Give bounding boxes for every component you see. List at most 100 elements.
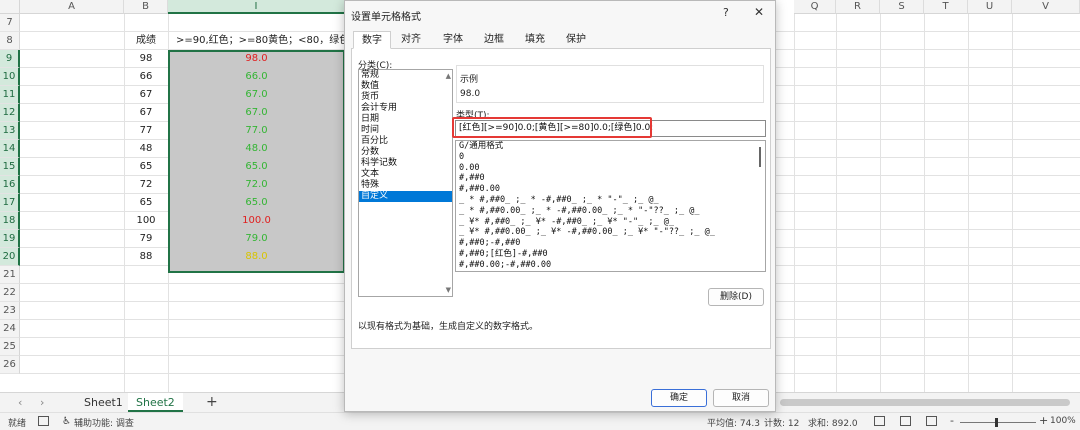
horizontal-scrollbar[interactable] [780, 399, 1070, 406]
tab-protection[interactable]: 保护 [558, 31, 594, 49]
page-break-view-icon[interactable] [926, 416, 937, 426]
format-code-list[interactable]: G/通用格式 0 0.00 #,##0 #,##0.00 _ * #,##0_ ;_ * … [455, 140, 766, 272]
category-item[interactable]: 文本 [359, 169, 452, 180]
score-cell[interactable]: 88 [124, 248, 168, 266]
row-header[interactable]: 16 [0, 176, 20, 194]
score-cell[interactable]: 77 [124, 122, 168, 140]
category-item[interactable]: 时间 [359, 125, 452, 136]
formatted-score-cell[interactable]: 67.0 [168, 86, 345, 104]
help-button[interactable]: ? [723, 6, 729, 19]
tab-border[interactable]: 边框 [476, 31, 512, 49]
page-icon[interactable] [38, 416, 49, 426]
column-header-s[interactable]: S [880, 0, 924, 14]
column-header-i[interactable]: I [168, 0, 345, 14]
sheet-tab-sheet2[interactable]: Sheet2 [128, 393, 183, 412]
zoom-slider-thumb[interactable] [995, 418, 998, 427]
close-icon[interactable]: ✕ [754, 5, 764, 19]
category-item[interactable]: 特殊 [359, 180, 452, 191]
format-code-item[interactable]: _ * #,##0_ ;_ * -#,##0_ ;_ * "-"_ ;_ @_ [456, 195, 765, 206]
select-all-corner[interactable] [0, 0, 20, 14]
formatted-score-cell[interactable]: 48.0 [168, 140, 345, 158]
formatted-score-cell[interactable]: 77.0 [168, 122, 345, 140]
formatted-score-cell[interactable]: 79.0 [168, 230, 345, 248]
column-header-q[interactable]: Q [794, 0, 836, 14]
format-code-item[interactable]: 0.00 [456, 163, 765, 174]
ok-button[interactable]: 确定 [651, 389, 707, 407]
score-cell[interactable]: 66 [124, 68, 168, 86]
score-cell[interactable]: 79 [124, 230, 168, 248]
category-item[interactable]: 日期 [359, 114, 452, 125]
format-list-scrollbar[interactable] [759, 147, 761, 167]
formatted-score-cell[interactable]: 88.0 [168, 248, 345, 266]
row-header[interactable]: 25 [0, 338, 20, 356]
score-cell[interactable]: 67 [124, 104, 168, 122]
row-header[interactable]: 19 [0, 230, 20, 248]
row-header[interactable]: 18 [0, 212, 20, 230]
delete-button[interactable]: 删除(D) [708, 288, 764, 306]
row-header[interactable]: 14 [0, 140, 20, 158]
row-header[interactable]: 20 [0, 248, 20, 266]
normal-view-icon[interactable] [874, 416, 885, 426]
zoom-out-button[interactable]: - [950, 414, 954, 427]
cell-i8-header[interactable]: >=90,红色；>=80黄色；<80，绿色 [170, 32, 344, 50]
format-code-item[interactable]: #,##0 [456, 173, 765, 184]
row-header[interactable]: 10 [0, 68, 20, 86]
score-cell[interactable]: 98 [124, 50, 168, 68]
score-cell[interactable]: 72 [124, 176, 168, 194]
accessibility-status[interactable]: 辅助功能: 调查 [74, 416, 134, 429]
format-code-item[interactable]: _ ¥* #,##0.00_ ;_ ¥* -#,##0.00_ ;_ ¥* "-… [456, 227, 765, 238]
column-header-v[interactable]: V [1012, 0, 1080, 14]
formatted-score-cell[interactable]: 72.0 [168, 176, 345, 194]
score-cell[interactable]: 100 [124, 212, 168, 230]
zoom-slider-track[interactable] [960, 422, 1036, 423]
zoom-in-button[interactable]: + [1039, 414, 1048, 427]
row-header[interactable]: 13 [0, 122, 20, 140]
row-header[interactable]: 17 [0, 194, 20, 212]
column-header-a[interactable]: A [20, 0, 124, 14]
formatted-score-cell[interactable]: 100.0 [168, 212, 345, 230]
format-code-item[interactable]: _ * #,##0.00_ ;_ * -#,##0.00_ ;_ * "-"??… [456, 206, 765, 217]
score-cell[interactable]: 48 [124, 140, 168, 158]
row-header[interactable]: 8 [0, 32, 20, 50]
column-header-u[interactable]: U [968, 0, 1012, 14]
row-header[interactable]: 21 [0, 266, 20, 284]
category-item[interactable]: 百分比 [359, 136, 452, 147]
row-header[interactable]: 26 [0, 356, 20, 374]
chevron-right-icon[interactable]: › [40, 396, 44, 409]
score-cell[interactable]: 67 [124, 86, 168, 104]
column-header-r[interactable]: R [836, 0, 880, 14]
category-list[interactable]: 常规 数值 货币 会计专用 日期 时间 百分比 分数 科学记数 文本 特殊 自定义 ▲ ▼ [358, 69, 453, 297]
format-code-item[interactable]: G/通用格式 [456, 141, 765, 152]
format-code-item[interactable]: 0 [456, 152, 765, 163]
tab-number[interactable]: 数字 [353, 31, 391, 49]
category-item[interactable]: 货币 [359, 92, 452, 103]
category-item[interactable]: 分数 [359, 147, 452, 158]
sheet-tab-sheet1[interactable]: Sheet1 [76, 393, 131, 412]
row-header[interactable]: 24 [0, 320, 20, 338]
tab-alignment[interactable]: 对齐 [393, 31, 429, 49]
scroll-down-icon[interactable]: ▼ [446, 286, 451, 294]
format-code-item[interactable]: #,##0;-#,##0 [456, 238, 765, 249]
score-cell[interactable]: 65 [124, 158, 168, 176]
score-cell[interactable]: 65 [124, 194, 168, 212]
formatted-score-cell[interactable]: 66.0 [168, 68, 345, 86]
formatted-score-cell[interactable]: 67.0 [168, 104, 345, 122]
column-header-b[interactable]: B [124, 0, 168, 14]
format-code-item[interactable]: #,##0.00 [456, 184, 765, 195]
category-item[interactable]: 常规 [359, 70, 452, 81]
tab-font[interactable]: 字体 [435, 31, 471, 49]
row-header[interactable]: 22 [0, 284, 20, 302]
page-layout-view-icon[interactable] [900, 416, 911, 426]
cancel-button[interactable]: 取消 [713, 389, 769, 407]
add-sheet-button[interactable]: + [206, 394, 218, 410]
formatted-score-cell[interactable]: 98.0 [168, 50, 345, 68]
tab-fill[interactable]: 填充 [517, 31, 553, 49]
category-item[interactable]: 数值 [359, 81, 452, 92]
row-header[interactable]: 11 [0, 86, 20, 104]
zoom-level[interactable]: 100% [1050, 416, 1076, 426]
chevron-left-icon[interactable]: ‹ [18, 396, 22, 409]
cell-b8-header[interactable]: 成绩 [124, 32, 168, 50]
format-code-item[interactable]: #,##0.00;-#,##0.00 [456, 260, 765, 271]
row-header[interactable]: 9 [0, 50, 20, 68]
column-header-t[interactable]: T [924, 0, 968, 14]
